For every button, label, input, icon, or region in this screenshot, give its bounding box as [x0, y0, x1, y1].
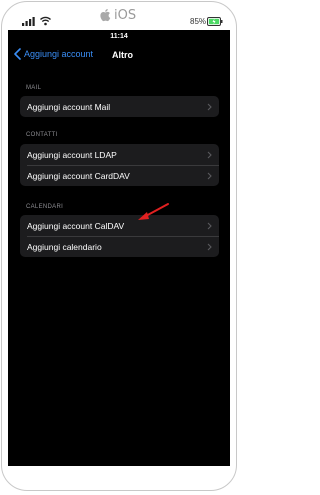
back-button[interactable]: Aggiungi account — [14, 48, 93, 60]
chevron-right-icon — [207, 151, 212, 159]
wifi-icon — [40, 16, 51, 26]
row-add-mail-account[interactable]: Aggiungi account Mail — [20, 96, 219, 117]
ios-logo-text: iOS — [114, 7, 137, 23]
chevron-right-icon — [207, 243, 212, 251]
chevron-left-icon — [14, 48, 21, 60]
section-header-contacts: CONTATTI — [26, 132, 58, 138]
group-calendars: Aggiungi account CalDAV Aggiungi calenda… — [20, 215, 219, 257]
row-label: Aggiungi account CalDAV — [27, 220, 125, 231]
battery-charging-icon — [207, 17, 223, 26]
ios-logo: iOS — [100, 6, 140, 24]
row-add-ldap-account[interactable]: Aggiungi account LDAP — [20, 144, 219, 165]
section-header-calendars: CALENDARI — [26, 204, 64, 210]
row-label: Aggiungi account Mail — [27, 101, 111, 112]
back-button-label: Aggiungi account — [24, 49, 94, 59]
cellular-signal-icon — [22, 17, 35, 26]
row-add-caldav-account[interactable]: Aggiungi account CalDAV — [20, 215, 219, 236]
settings-screen: 11:14 Aggiungi account Altro MAIL Aggiun… — [8, 30, 230, 466]
page-title: Altro — [112, 50, 133, 60]
group-contacts: Aggiungi account LDAP Aggiungi account C… — [20, 144, 219, 186]
group-mail: Aggiungi account Mail — [20, 96, 219, 117]
chevron-right-icon — [207, 172, 212, 180]
chevron-right-icon — [207, 222, 212, 230]
row-label: Aggiungi calendario — [27, 241, 102, 252]
battery-percentage: 85% — [190, 17, 207, 26]
row-label: Aggiungi account LDAP — [27, 149, 117, 160]
row-add-calendar[interactable]: Aggiungi calendario — [20, 236, 219, 257]
annotation-arrow-icon — [138, 203, 169, 220]
chevron-right-icon — [207, 103, 212, 111]
status-time: 11:14 — [110, 33, 128, 40]
row-label: Aggiungi account CardDAV — [27, 170, 130, 181]
apple-logo-icon — [100, 9, 111, 22]
section-header-mail: MAIL — [26, 85, 42, 91]
row-add-carddav-account[interactable]: Aggiungi account CardDAV — [20, 165, 219, 186]
